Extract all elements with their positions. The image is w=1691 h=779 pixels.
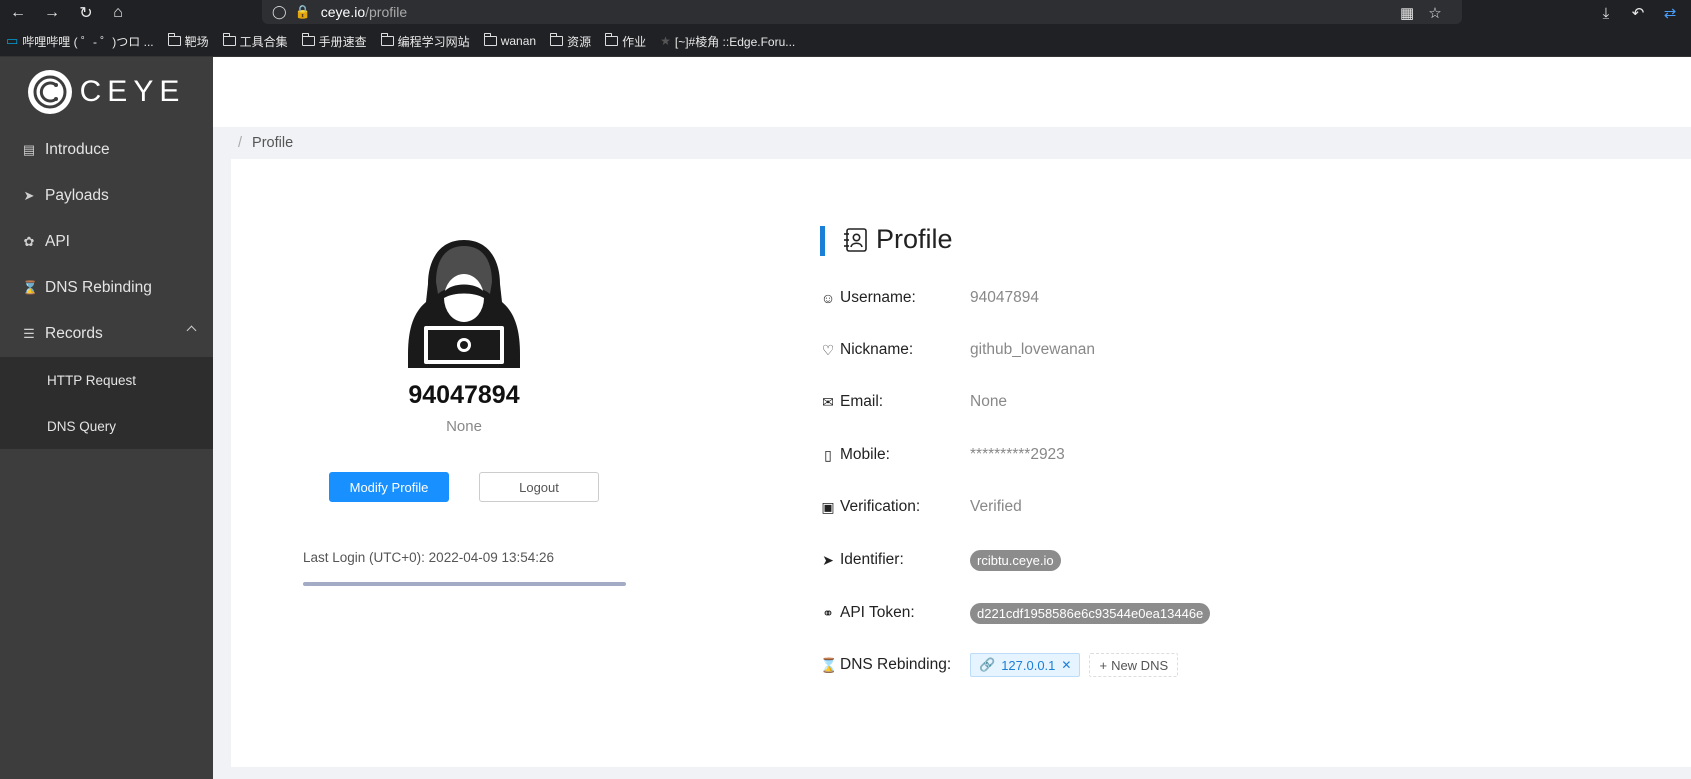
logo[interactable]: CEYE [0, 57, 213, 127]
mobile-value: **********2923 [970, 446, 1065, 463]
home-icon[interactable]: ⌂ [106, 2, 130, 24]
rocket-icon: ➤ [822, 551, 834, 568]
shield-icon[interactable]: ◯ [272, 4, 287, 20]
sidebar-subitem-dns-query[interactable]: DNS Query [0, 403, 213, 449]
field-dns-rebinding: ⌛ DNS Rebinding: 🔗 127.0.0.1 ✕ + New DNS [820, 653, 1179, 677]
sidebar-item-payloads[interactable]: ➤ Payloads [0, 173, 213, 219]
sidebar: CEYE ▤ Introduce ➤ Payloads ✿ API ⌛ DNS Rebi… [0, 57, 213, 779]
logout-button[interactable]: Logout [479, 472, 599, 502]
rocket-icon: ➤ [23, 188, 35, 203]
dns-tag: 🔗 127.0.0.1 ✕ [970, 653, 1081, 677]
back-icon[interactable]: ← [6, 2, 30, 24]
hourglass-icon: ⌛ [22, 280, 39, 295]
qr-code-icon[interactable]: ▦ [1400, 4, 1414, 22]
bookmark-edge-forum[interactable]: ★ [~]#棱角 ::Edge.Foru... [660, 33, 795, 50]
bookmark-folder[interactable]: 编程学习网站 [380, 33, 470, 50]
sidebar-subitem-http-request[interactable]: HTTP Request [0, 357, 213, 403]
sidebar-item-introduce[interactable]: ▤ Introduce [0, 127, 213, 173]
folder-icon [605, 33, 619, 46]
field-verification: ▣ Verification: Verified [821, 498, 1022, 515]
identifier-tag: rcibtu.ceye.io [970, 549, 1061, 571]
address-bar[interactable]: ◯ 🔒 ceye.io/profile [262, 0, 1462, 24]
profile-subtitle: None [446, 418, 482, 435]
records-submenu: HTTP Request DNS Query [0, 357, 213, 449]
lock-icon: ▣ [821, 498, 835, 515]
mail-icon: ✉ [822, 393, 834, 410]
reload-icon[interactable]: ↻ [74, 2, 98, 24]
link-icon: 🔗 [979, 657, 996, 672]
divider [303, 582, 626, 586]
sidebar-item-dns-rebinding[interactable]: ⌛ DNS Rebinding [0, 265, 213, 311]
book-icon: ▤ [22, 142, 36, 157]
username-value: 94047894 [970, 289, 1039, 306]
download-icon[interactable]: ⤓ [1595, 5, 1617, 22]
field-nickname: ♡ Nickname: github_lovewanan [821, 341, 1095, 358]
user-icon: ☺ [820, 290, 836, 306]
profile-username: 94047894 [408, 381, 520, 409]
folder-icon [550, 33, 564, 46]
sidebar-item-api[interactable]: ✿ API [0, 219, 213, 265]
ceye-logo-icon [27, 70, 72, 114]
bookmark-folder[interactable]: 作业 [605, 33, 646, 50]
close-icon[interactable]: ✕ [1061, 658, 1071, 672]
undo-icon[interactable]: ↶ [1627, 4, 1649, 22]
field-username: ☺ Username: 94047894 [820, 289, 1039, 306]
logo-text: CEYE [79, 75, 186, 108]
breadcrumb-current: Profile [252, 135, 294, 151]
sync-icon[interactable]: ⇄ [1659, 4, 1681, 22]
url-host: ceye.io [320, 4, 366, 20]
field-identifier: ➤ Identifier: rcibtu.ceye.io [820, 548, 1061, 572]
bookmark-folder[interactable]: 资源 [550, 33, 591, 50]
star-icon[interactable]: ☆ [1428, 4, 1441, 22]
heart-icon: ♡ [821, 341, 835, 358]
bookmark-bilibili[interactable]: ▭ 哔哩哔哩 ( ゜- ゜)つロ ... [6, 33, 154, 50]
folder-icon [301, 33, 315, 46]
site-icon: ★ [660, 34, 671, 48]
verification-value: Verified [970, 498, 1022, 515]
forward-icon[interactable]: → [40, 2, 64, 24]
top-header [213, 57, 1691, 127]
folder-icon [167, 33, 181, 46]
bookmark-folder[interactable]: wanan [483, 33, 536, 48]
bookmarks-bar: ▭ 哔哩哔哩 ( ゜- ゜)つロ ... 靶场 工具合集 手册速查 编程学习网站 … [0, 26, 1691, 57]
hourglass-icon: ⌛ [820, 656, 838, 673]
tv-icon: ▭ [6, 33, 19, 48]
contact-card-icon [842, 227, 868, 253]
field-email: ✉ Email: None [820, 390, 1007, 414]
new-dns-button[interactable]: + New DNS [1089, 653, 1179, 677]
api-icon: ✿ [23, 234, 35, 249]
section-accent-bar [820, 226, 825, 256]
field-mobile: ▯ Mobile: **********2923 [820, 443, 1065, 467]
dns-tag-value: 127.0.0.1 [1001, 657, 1056, 673]
url-path: /profile [365, 4, 408, 20]
key-icon: ⚭ [822, 604, 834, 621]
nickname-value: github_lovewanan [970, 341, 1095, 358]
api-token-tag: d221cdf1958586e6c93544e0ea13446e [970, 602, 1211, 624]
folder-icon [483, 33, 497, 46]
lock-icon[interactable]: 🔒 [295, 4, 311, 20]
field-api-token: ⚭ API Token: d221cdf1958586e6c93544e0ea1… [820, 601, 1211, 625]
sidebar-item-records[interactable]: ☰ Records [0, 311, 213, 357]
breadcrumb-separator: / [238, 135, 243, 151]
plus-icon: + [1099, 657, 1108, 673]
bookmark-folder[interactable]: 工具合集 [222, 33, 288, 50]
avatar [408, 236, 520, 368]
last-login: Last Login (UTC+0): 2022-04-09 13:54:26 [303, 550, 555, 565]
modify-profile-button[interactable]: Modify Profile [329, 472, 449, 502]
section-title: Profile [876, 224, 953, 254]
email-value: None [970, 393, 1008, 410]
mobile-icon: ▯ [824, 446, 832, 463]
folder-icon [380, 33, 394, 46]
breadcrumb: / Profile [238, 127, 293, 159]
bookmark-folder[interactable]: 靶场 [167, 33, 209, 50]
chevron-up-icon [186, 325, 197, 336]
list-icon: ☰ [23, 326, 35, 341]
bookmark-folder[interactable]: 手册速查 [301, 33, 367, 50]
folder-icon [222, 33, 236, 46]
